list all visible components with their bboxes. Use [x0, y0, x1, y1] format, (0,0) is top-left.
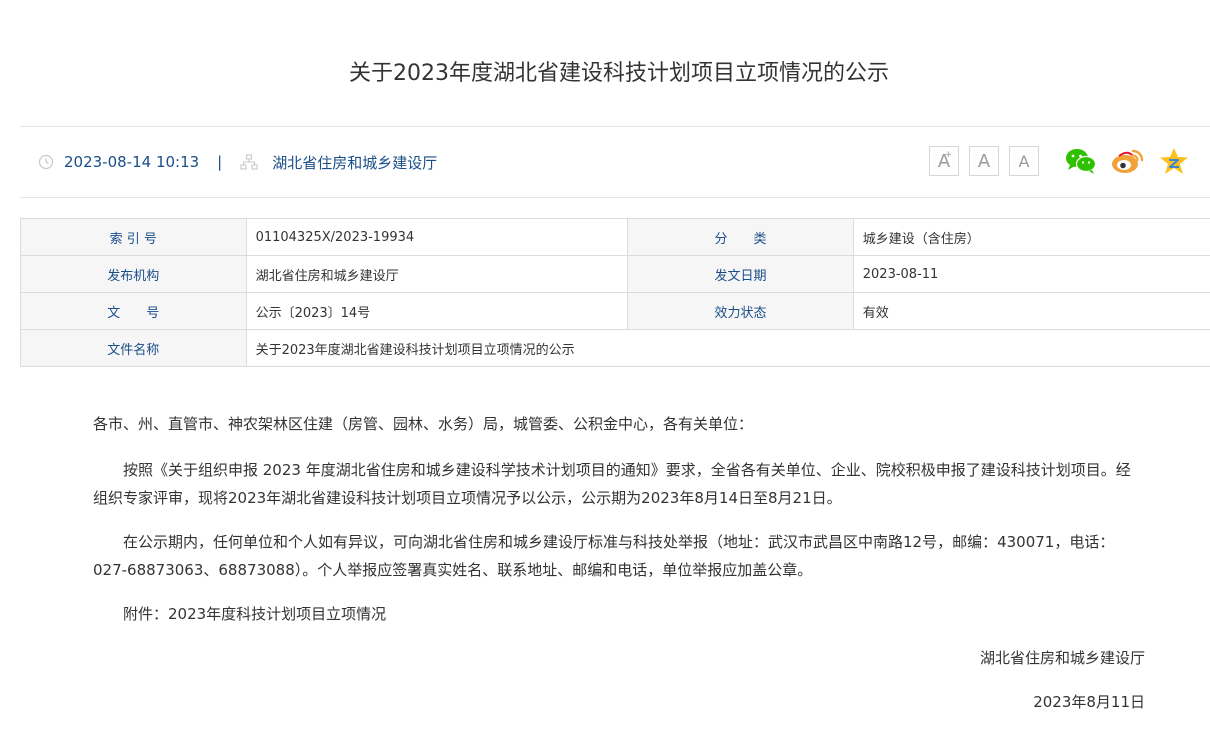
qzone-icon[interactable]	[1159, 147, 1189, 175]
table-row: 索 引 号 01104325X/2023-19934 分 类 城乡建设（含住房）	[20, 218, 1210, 256]
font-medium-button[interactable]: A	[969, 146, 999, 176]
document-body: 各市、州、直管市、神农架林区住建（房管、园林、水务）局，城管委、公积金中心，各有…	[93, 410, 1145, 716]
table-row: 发布机构 湖北省住房和城乡建设厅 发文日期 2023-08-11	[20, 255, 1210, 293]
publish-datetime: 2023-08-14 10:13	[64, 153, 200, 171]
meta-separator: |	[217, 153, 223, 171]
clock-icon	[38, 154, 54, 170]
issue-date-label: 发文日期	[627, 255, 854, 293]
index-value: 01104325X/2023-19934	[245, 218, 629, 256]
attachment-note: 附件：2023年度科技计划项目立项情况	[123, 605, 387, 623]
font-large-button[interactable]: A +	[929, 146, 959, 176]
category-value: 城乡建设（含住房）	[852, 218, 1210, 256]
toolbar: A + A A	[929, 146, 1189, 176]
divider-top	[20, 126, 1210, 127]
category-label: 分 类	[627, 218, 854, 256]
font-small-label: A	[1018, 151, 1030, 171]
status-label: 效力状态	[627, 292, 854, 330]
publisher-name: 湖北省住房和城乡建设厅	[272, 153, 438, 172]
wechat-icon[interactable]	[1065, 147, 1097, 175]
meta-bar: 2023-08-14 10:13 | 湖北省住房和城乡建设厅	[38, 148, 437, 176]
table-row: 文 号 公示〔2023〕14号 效力状态 有效	[20, 292, 1210, 330]
issue-date-value: 2023-08-11	[852, 255, 1210, 293]
paragraph-1: 按照《关于组织申报 2023 年度湖北省住房和城乡建设科学技术计划项目的通知》要…	[93, 461, 1131, 507]
filename-label: 文件名称	[20, 329, 247, 367]
agency-label: 发布机构	[20, 255, 247, 293]
greeting: 各市、州、直管市、神农架林区住建（房管、园林、水务）局，城管委、公积金中心，各有…	[93, 415, 754, 433]
agency-value: 湖北省住房和城乡建设厅	[245, 255, 629, 293]
filename-value: 关于2023年度湖北省建设科技计划项目立项情况的公示	[245, 329, 1210, 367]
doc-no-label: 文 号	[20, 292, 247, 330]
font-large-sup: +	[944, 150, 952, 160]
index-label: 索 引 号	[20, 218, 247, 256]
table-row: 文件名称 关于2023年度湖北省建设科技计划项目立项情况的公示	[20, 329, 1210, 367]
signature-date: 2023年8月11日	[1033, 693, 1145, 711]
status-value: 有效	[852, 292, 1210, 330]
divider-bottom	[20, 197, 1210, 198]
page-title: 关于2023年度湖北省建设科技计划项目立项情况的公示	[349, 61, 889, 86]
signature-org: 湖北省住房和城乡建设厅	[979, 649, 1145, 667]
org-structure-icon	[240, 154, 258, 170]
font-medium-label: A	[977, 150, 991, 172]
weibo-icon[interactable]	[1111, 147, 1145, 175]
doc-no-value: 公示〔2023〕14号	[245, 292, 629, 330]
paragraph-2: 在公示期内，任何单位和个人如有异议，可向湖北省住房和城乡建设厅标准与科技处举报（…	[93, 533, 1115, 579]
font-small-button[interactable]: A	[1009, 146, 1039, 176]
document-info-table: 索 引 号 01104325X/2023-19934 分 类 城乡建设（含住房）…	[20, 218, 1210, 367]
